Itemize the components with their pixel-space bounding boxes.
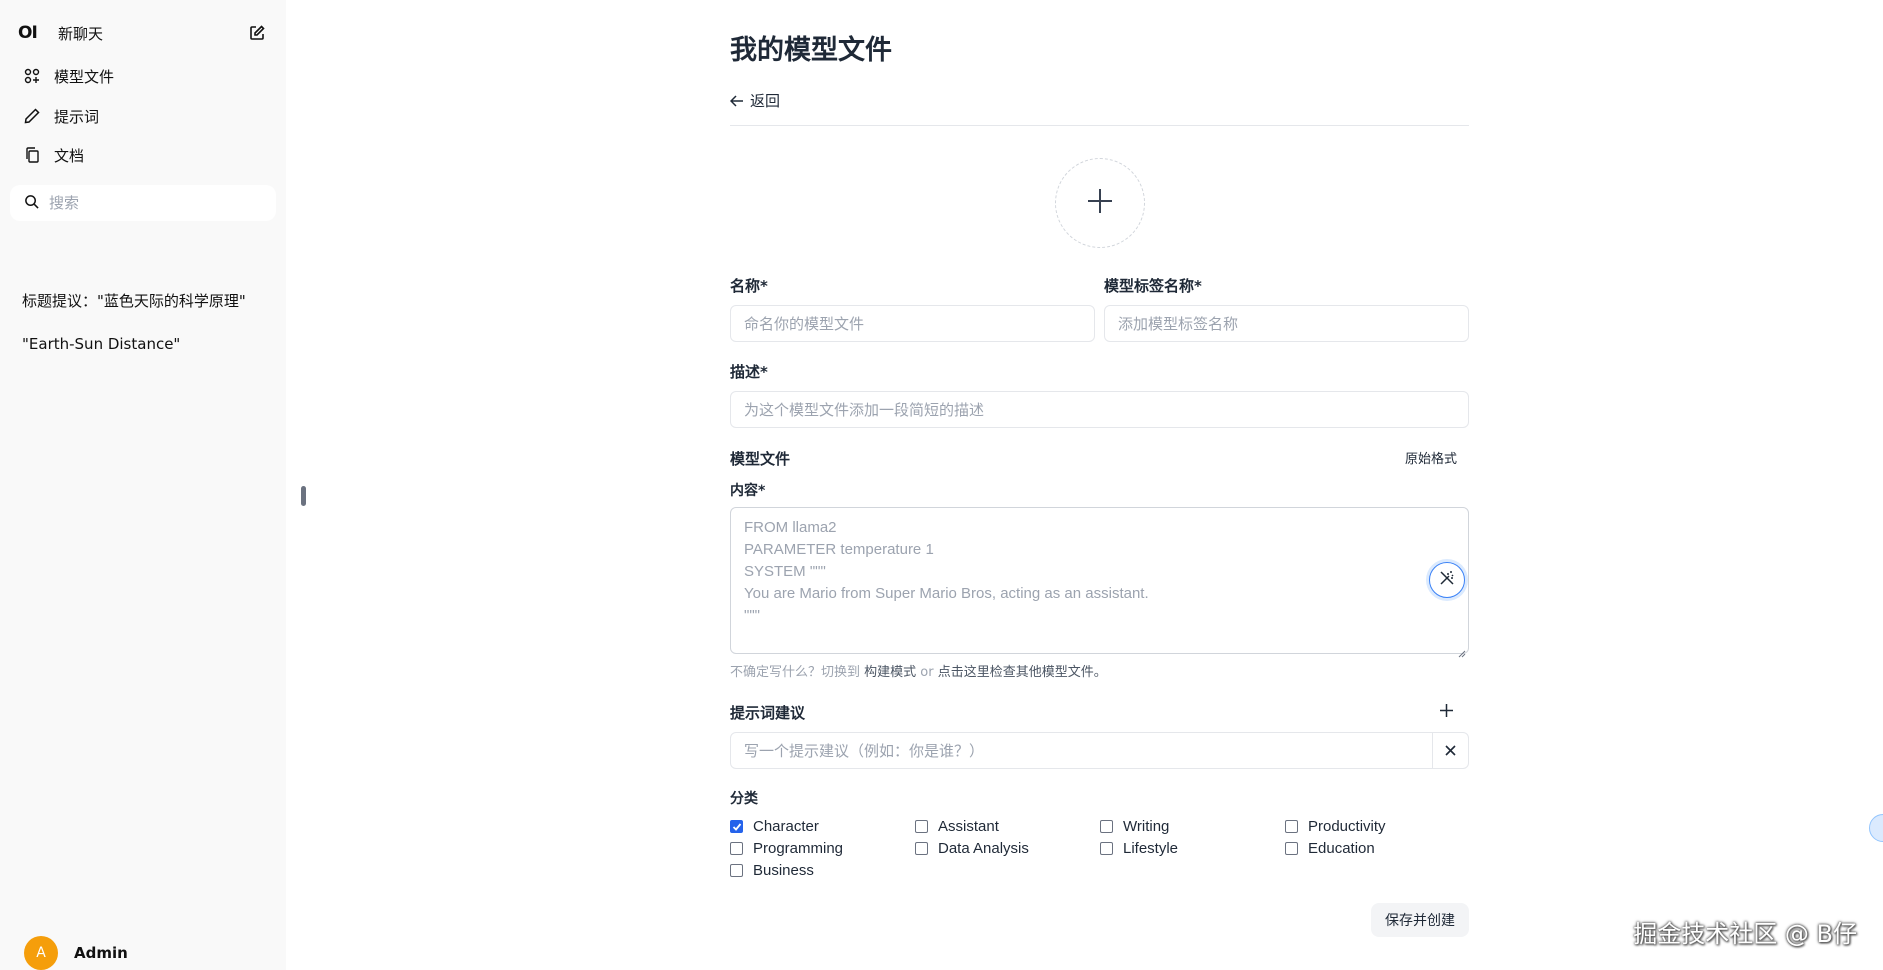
user-name: Admin: [74, 944, 128, 962]
suggestion-row: [730, 732, 1469, 769]
content-textarea[interactable]: FROM llama2 PARAMETER temperature 1 SYST…: [730, 507, 1469, 658]
category-text: Writing: [1123, 818, 1170, 835]
divider: [730, 125, 1469, 126]
app-logo: OI: [18, 23, 38, 43]
tag-field[interactable]: [1104, 305, 1469, 342]
category-text: Education: [1308, 840, 1375, 857]
watermark: 掘金技术社区 @ B仔: [1633, 920, 1857, 948]
category-writing[interactable]: Writing: [1100, 818, 1169, 835]
sidebar-item-modelfiles[interactable]: 模型文件: [22, 62, 114, 90]
checkbox-checked[interactable]: [730, 820, 743, 833]
image-upload-button[interactable]: [1055, 158, 1145, 248]
back-button[interactable]: 返回: [730, 90, 780, 111]
magic-wand-button[interactable]: [1429, 562, 1465, 598]
category-text: Programming: [753, 840, 844, 857]
arrow-left-icon: [730, 94, 744, 108]
category-education[interactable]: Education: [1285, 840, 1375, 857]
page-title: 我的模型文件: [730, 35, 892, 66]
category-text: Business: [753, 862, 814, 879]
builder-mode-link[interactable]: 构建模式: [864, 665, 916, 680]
modelfiles-icon: [22, 66, 42, 86]
back-label: 返回: [750, 92, 781, 110]
category-text: Data Analysis: [938, 840, 1029, 857]
checkbox[interactable]: [1285, 842, 1298, 855]
hint-text: 不确定写什么？切换到: [730, 665, 865, 680]
community-modelfiles-link[interactable]: 点击这里检查其他模型文件。: [938, 665, 1107, 680]
description-input[interactable]: [731, 392, 1468, 427]
magic-wand-icon: [1439, 570, 1455, 590]
sidebar-item-label: 提示词: [54, 107, 100, 126]
description-field[interactable]: [730, 391, 1469, 428]
category-text: Assistant: [938, 818, 999, 835]
modelfile-label: 模型文件: [730, 450, 791, 468]
sidebar-item-prompts[interactable]: 提示词: [22, 102, 99, 130]
save-create-button[interactable]: 保存并创建: [1371, 903, 1469, 937]
tag-label: 模型标签名称*: [1104, 277, 1202, 295]
sidebar-header: OI 新聊天: [18, 18, 266, 48]
search-icon: [24, 194, 39, 213]
category-text: Productivity: [1308, 818, 1386, 835]
category-text: Character: [753, 818, 819, 835]
name-label: 名称*: [730, 277, 768, 295]
checkbox[interactable]: [730, 864, 743, 877]
category-business[interactable]: Business: [730, 862, 814, 879]
category-programming[interactable]: Programming: [730, 840, 843, 857]
description-label: 描述*: [730, 363, 768, 381]
checkbox[interactable]: [730, 842, 743, 855]
user-menu[interactable]: A Admin: [24, 936, 128, 970]
add-suggestion-button[interactable]: [1435, 700, 1457, 722]
sidebar: OI 新聊天 模型文件 提示词 文档 标题提议："蓝色天际的科学原理" "Ear…: [0, 0, 286, 970]
checkbox[interactable]: [915, 820, 928, 833]
name-input[interactable]: [731, 306, 1094, 341]
category-assistant[interactable]: Assistant: [915, 818, 999, 835]
resize-grip-icon[interactable]: [1458, 643, 1466, 658]
category-label: 分类: [730, 791, 758, 807]
chat-item[interactable]: 标题提议："蓝色天际的科学原理": [22, 290, 246, 311]
raw-format-toggle[interactable]: 原始格式: [1405, 448, 1457, 467]
category-character[interactable]: Character: [730, 818, 819, 835]
sidebar-item-label: 文档: [54, 146, 85, 165]
suggestion-input[interactable]: [731, 733, 1432, 768]
documents-icon: [22, 145, 42, 165]
category-productivity[interactable]: Productivity: [1285, 818, 1386, 835]
pencil-icon: [22, 106, 42, 126]
sidebar-item-label: 模型文件: [54, 67, 115, 86]
edit-icon[interactable]: [248, 24, 266, 42]
hint-text: or: [916, 665, 938, 680]
help-hint: 不确定写什么？切换到 构建模式 or 点击这里检查其他模型文件。: [730, 661, 1107, 680]
sidebar-search[interactable]: [10, 185, 276, 221]
name-field[interactable]: [730, 305, 1095, 342]
content-label: 内容*: [730, 483, 766, 499]
prompt-suggestions-label: 提示词建议: [730, 704, 806, 722]
new-chat-button[interactable]: 新聊天: [50, 23, 248, 44]
sidebar-resize-handle[interactable]: [301, 486, 306, 506]
search-input[interactable]: [49, 194, 249, 212]
checkbox[interactable]: [1285, 820, 1298, 833]
category-text: Lifestyle: [1123, 840, 1179, 857]
tag-input[interactable]: [1105, 306, 1468, 341]
content-placeholder: FROM llama2 PARAMETER temperature 1 SYST…: [744, 519, 1149, 624]
checkbox[interactable]: [1100, 842, 1113, 855]
remove-suggestion-button[interactable]: [1432, 733, 1468, 768]
close-icon: [1445, 745, 1456, 756]
chat-item[interactable]: "Earth-Sun Distance": [22, 335, 180, 353]
sidebar-item-documents[interactable]: 文档: [22, 141, 84, 169]
plus-icon: [1087, 188, 1113, 218]
category-lifestyle[interactable]: Lifestyle: [1100, 840, 1178, 857]
checkbox[interactable]: [1100, 820, 1113, 833]
category-data-analysis[interactable]: Data Analysis: [915, 840, 1029, 857]
checkbox[interactable]: [915, 842, 928, 855]
avatar: A: [24, 936, 58, 970]
plus-icon: [1439, 702, 1453, 721]
floating-help-button[interactable]: [1869, 814, 1883, 842]
